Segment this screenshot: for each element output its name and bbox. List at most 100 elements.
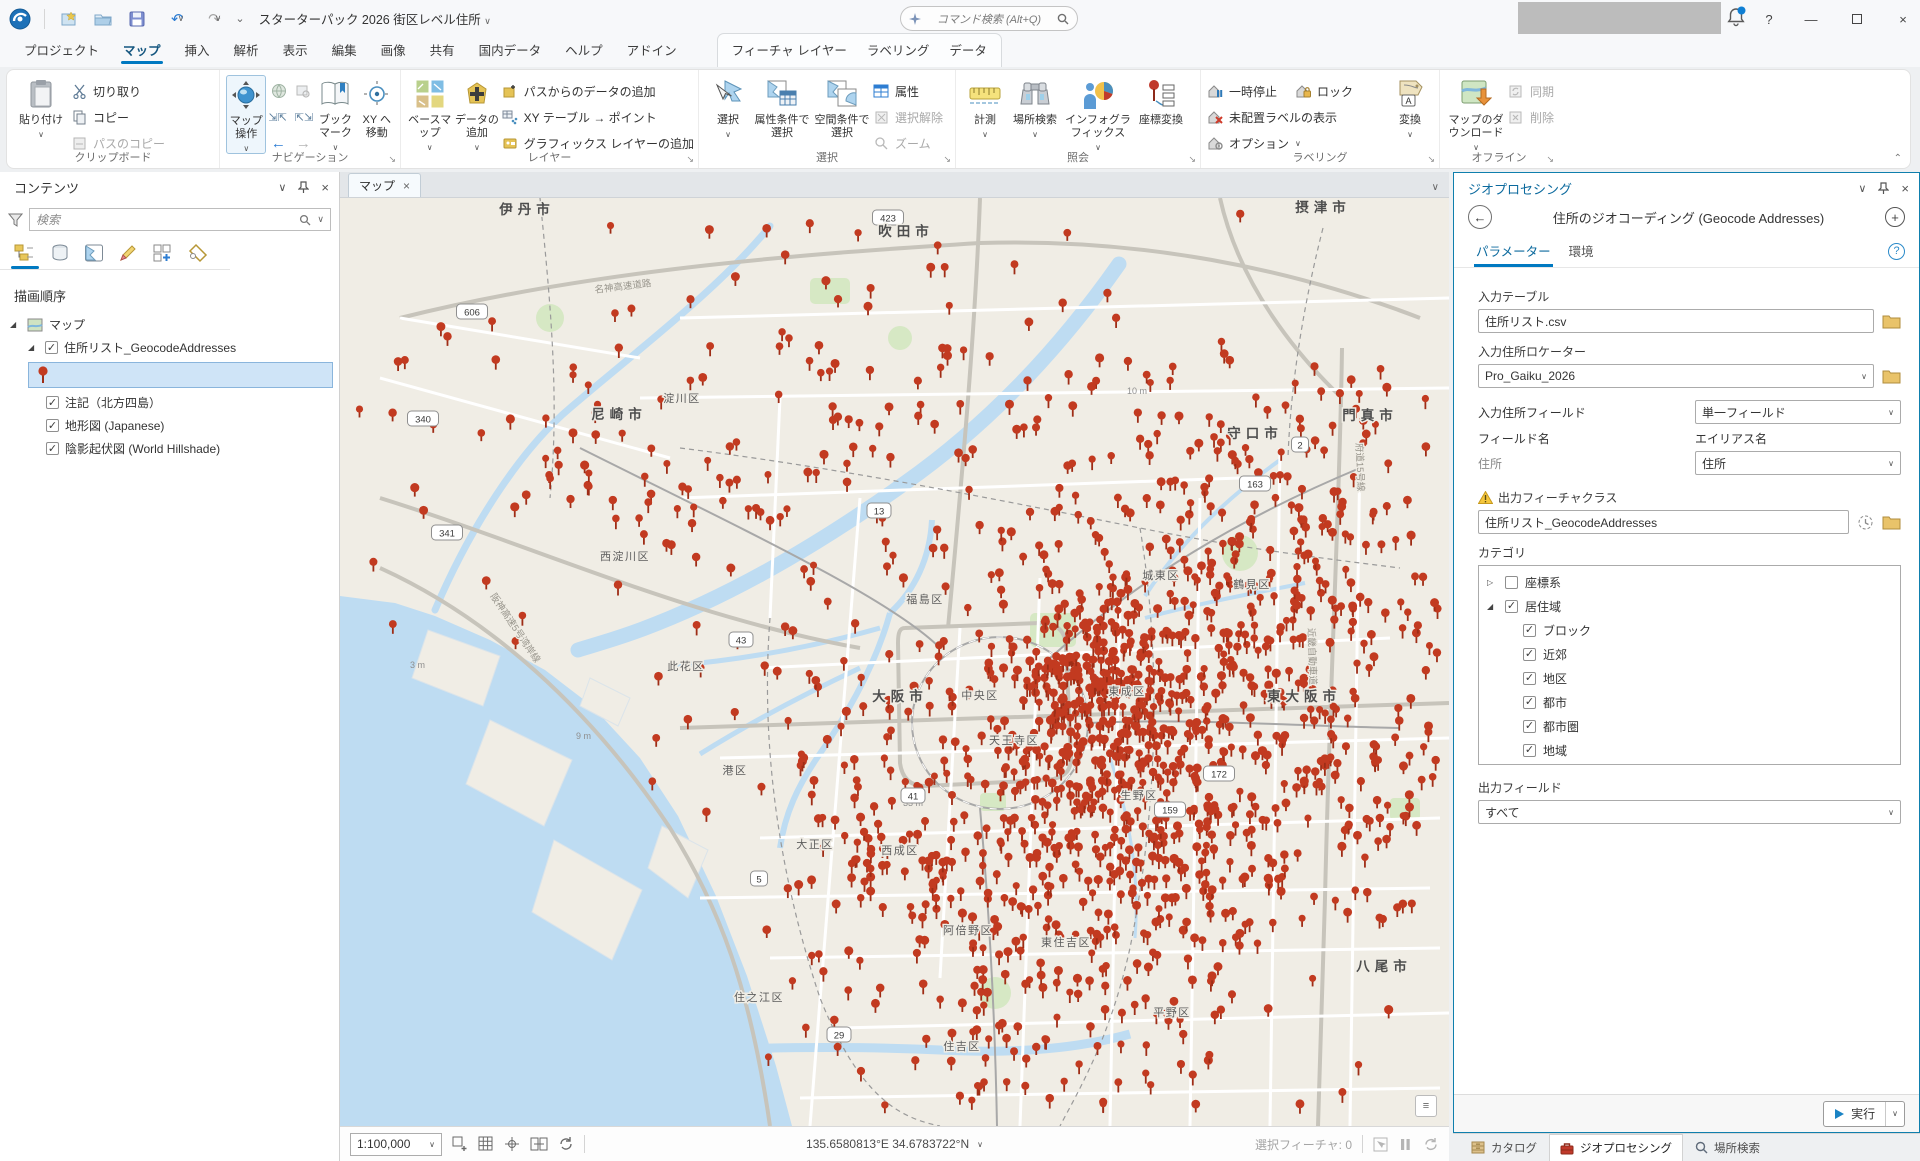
filter-icon[interactable] <box>8 213 23 227</box>
category-checkbox[interactable] <box>1523 624 1536 637</box>
quick-access-menu-icon[interactable]: ⌄ <box>235 12 244 25</box>
tab-parameters[interactable]: パラメーター <box>1476 241 1551 267</box>
category-row-coordinate-system[interactable]: ▷ 座標系 <box>1479 570 1900 594</box>
dock-tab-catalog[interactable]: カタログ <box>1461 1134 1547 1161</box>
tool-help-icon[interactable]: ? <box>1888 243 1905 260</box>
list-by-snapping-tab[interactable] <box>186 243 208 269</box>
restore-button[interactable] <box>1842 4 1872 34</box>
explore-button[interactable]: マップ操作∨ <box>226 75 266 154</box>
refresh-icon[interactable] <box>558 1136 574 1152</box>
category-row-neighborhood[interactable]: 近郊 <box>1479 642 1900 666</box>
map-coordinates[interactable]: 135.6580813°E 34.6783722°N∨ <box>806 1137 983 1151</box>
tab-imagery[interactable]: 画像 <box>371 34 416 67</box>
list-by-drawing-order-tab[interactable] <box>14 243 36 269</box>
selection-launcher-icon[interactable]: ↘ <box>943 154 951 165</box>
category-checkbox[interactable] <box>1523 720 1536 733</box>
contents-menu-icon[interactable]: ∨ <box>278 181 286 194</box>
select-button[interactable]: 選択∨ <box>705 75 751 139</box>
tab-view[interactable]: 表示 <box>273 34 318 67</box>
xy-table-to-point-button[interactable]: XY テーブル → ポイント <box>502 104 694 130</box>
bookmarks-button[interactable]: ブックマーク∨ <box>315 75 355 152</box>
layer-visibility-checkbox[interactable] <box>46 442 59 455</box>
tab-addin[interactable]: アドイン <box>617 34 687 67</box>
tab-edit[interactable]: 編集 <box>322 34 367 67</box>
pause-drawing-icon[interactable] <box>1398 1137 1413 1152</box>
view-tab-overflow-icon[interactable]: ∨ <box>1432 182 1439 197</box>
category-tree[interactable]: ▷ 座標系 ◢ 居住域 ブロック 近郊 <box>1478 565 1901 765</box>
expander-icon[interactable]: ▷ <box>1487 578 1498 587</box>
map-overview-button[interactable]: ≡ <box>1415 1095 1437 1117</box>
add-data-button[interactable]: データの追加∨ <box>454 75 499 152</box>
layer-launcher-icon[interactable]: ↘ <box>686 154 694 165</box>
sync-button[interactable]: 同期 <box>1508 78 1554 104</box>
tree-item-topo-basemap[interactable]: 地形図 (Japanese) <box>0 414 339 437</box>
help-button[interactable]: ? <box>1754 4 1784 34</box>
fixed-zoom-out-icon[interactable]: ⇱⇲ <box>295 111 313 124</box>
command-search-box[interactable]: コマンド検索 (Alt+Q) <box>900 6 1078 31</box>
tab-feature-layer[interactable]: フィーチャ レイヤー <box>722 34 857 67</box>
output-field[interactable]: 住所リスト_GeocodeAddresses <box>1478 510 1849 534</box>
list-by-selection-tab[interactable] <box>84 243 104 269</box>
category-checkbox[interactable] <box>1505 600 1518 613</box>
pane-sync-icon[interactable] <box>530 1136 548 1152</box>
list-by-labeling-tab[interactable] <box>152 243 172 269</box>
category-row-block[interactable]: ブロック <box>1479 618 1900 642</box>
category-row-metro-area[interactable]: 都市圏 <box>1479 714 1900 738</box>
layer-visibility-checkbox[interactable] <box>46 419 59 432</box>
new-item-icon[interactable] <box>59 9 79 29</box>
convert-labels-button[interactable]: A 変換∨ <box>1387 75 1433 139</box>
cut-button[interactable]: 切り取り <box>71 78 165 104</box>
locator-combo[interactable]: Pro_Gaiku_2026∨ <box>1478 364 1874 388</box>
tree-item-annotation[interactable]: 注記（北方四島） <box>0 391 339 414</box>
tab-project[interactable]: プロジェクト <box>14 34 109 67</box>
tab-share[interactable]: 共有 <box>420 34 465 67</box>
tab-map[interactable]: マップ <box>113 34 171 67</box>
inquiry-launcher-icon[interactable]: ↘ <box>1188 154 1196 165</box>
goto-xy-button[interactable]: XY へ移動 <box>358 75 396 140</box>
tree-item-geocode-layer[interactable]: ◢ 住所リスト_GeocodeAddresses <box>0 336 339 359</box>
dock-tab-locate[interactable]: 場所検索 <box>1685 1134 1770 1161</box>
input-table-field[interactable]: 住所リスト.csv <box>1478 309 1874 333</box>
category-checkbox[interactable] <box>1523 744 1536 757</box>
history-icon[interactable] <box>1857 514 1874 531</box>
tab-domestic-data[interactable]: 国内データ <box>469 34 552 67</box>
download-map-button[interactable]: マップのダウンロード∨ <box>1446 75 1506 152</box>
expander-icon[interactable]: ◢ <box>10 320 21 329</box>
lock-labels-button[interactable]: ロック <box>1295 83 1353 100</box>
browse-folder-icon[interactable] <box>1882 314 1901 329</box>
tab-environments[interactable]: 環境 <box>1569 241 1594 267</box>
close-button[interactable]: × <box>1888 4 1918 34</box>
select-tool-status-icon[interactable] <box>1373 1137 1388 1152</box>
minimize-button[interactable]: — <box>1796 4 1826 34</box>
full-extent-icon[interactable] <box>271 83 287 99</box>
add-to-model-icon[interactable]: + <box>1885 207 1905 227</box>
grid-icon[interactable] <box>478 1136 494 1152</box>
run-options-caret-icon[interactable]: ∨ <box>1885 1102 1904 1126</box>
expander-icon[interactable]: ◢ <box>28 343 39 352</box>
redo-button[interactable]: ↷∨ <box>198 0 221 37</box>
map-view-tab[interactable]: マップ × <box>348 173 421 197</box>
category-row-city[interactable]: 都市 <box>1479 690 1900 714</box>
back-button[interactable]: ← <box>1468 205 1492 229</box>
layer-visibility-checkbox[interactable] <box>45 341 58 354</box>
category-row-populated-place[interactable]: ◢ 居住域 <box>1479 594 1900 618</box>
category-row-region[interactable]: 地域 <box>1479 738 1900 762</box>
tab-insert[interactable]: 挿入 <box>175 34 220 67</box>
tree-item-hillshade[interactable]: 陰影起伏図 (World Hillshade) <box>0 437 339 460</box>
geoprocessing-close-icon[interactable]: × <box>1901 181 1909 196</box>
contents-close-icon[interactable]: × <box>321 180 329 195</box>
layer-symbol-row-selected[interactable] <box>28 362 333 388</box>
remove-button[interactable]: 削除 <box>1508 104 1554 130</box>
browse-folder-icon[interactable] <box>1882 369 1901 384</box>
select-by-location-button[interactable]: 空間条件で選択 <box>813 75 871 140</box>
run-button[interactable]: 実行 ∨ <box>1823 1101 1905 1127</box>
category-row-district[interactable]: 地区 <box>1479 666 1900 690</box>
list-by-data-source-tab[interactable] <box>50 243 70 269</box>
search-options-caret-icon[interactable]: ∨ <box>317 214 324 225</box>
navigation-launcher-icon[interactable]: ↘ <box>388 154 396 165</box>
category-checkbox[interactable] <box>1523 672 1536 685</box>
select-by-attributes-button[interactable]: 属性条件で選択 <box>753 75 811 140</box>
pin-icon[interactable] <box>298 181 309 194</box>
expander-icon[interactable]: ◢ <box>1487 602 1498 611</box>
undo-button[interactable]: ↶∨ <box>161 0 184 37</box>
